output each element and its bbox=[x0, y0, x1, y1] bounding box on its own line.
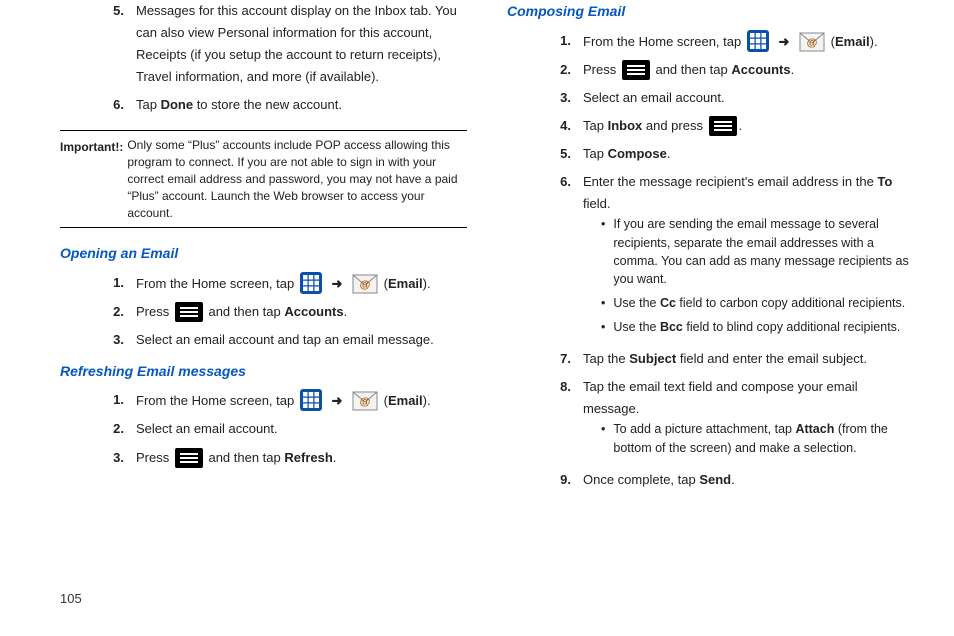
list-item: 1. From the Home screen, tap ➜ (Email). bbox=[545, 30, 914, 53]
list-item: 6. Tap Done to store the new account. bbox=[98, 94, 467, 116]
list-item: 3. Select an email account. bbox=[545, 87, 914, 109]
menu-icon bbox=[622, 60, 650, 80]
menu-icon bbox=[175, 448, 203, 468]
sub-bullet: •To add a picture attachment, tap Attach… bbox=[601, 420, 914, 456]
list-item: 3. Select an email account and tap an em… bbox=[98, 329, 467, 351]
important-note: Important!: Only some “Plus” accounts in… bbox=[60, 130, 467, 228]
list-item: 1. From the Home screen, tap ➜ (Email). bbox=[98, 272, 467, 295]
list-item: 3. Press and then tap Refresh. bbox=[98, 447, 467, 469]
arrow-icon: ➜ bbox=[774, 31, 793, 53]
list-text: Messages for this account display on the… bbox=[136, 0, 467, 88]
apps-grid-icon bbox=[300, 389, 322, 411]
menu-icon bbox=[709, 116, 737, 136]
list-item: 9. Once complete, tap Send. bbox=[545, 469, 914, 491]
list-item: 5. Tap Compose. bbox=[545, 143, 914, 165]
right-column: Composing Email 1. From the Home screen,… bbox=[507, 0, 914, 636]
apps-grid-icon bbox=[300, 272, 322, 294]
menu-icon bbox=[175, 302, 203, 322]
important-label: Important!: bbox=[60, 137, 127, 221]
list-item: 5. Messages for this account display on … bbox=[98, 0, 467, 88]
list-number: 6. bbox=[98, 94, 136, 116]
arrow-icon: ➜ bbox=[327, 273, 346, 295]
list-item: 8. Tap the email text field and compose … bbox=[545, 376, 914, 462]
list-item: 2. Select an email account. bbox=[98, 418, 467, 440]
page-number: 105 bbox=[60, 591, 82, 606]
sub-bullet: •Use the Cc field to carbon copy additio… bbox=[601, 294, 914, 312]
list-number: 5. bbox=[98, 0, 136, 88]
email-icon bbox=[352, 274, 378, 294]
apps-grid-icon bbox=[747, 30, 769, 52]
list-item: 2. Press and then tap Accounts. bbox=[98, 301, 467, 323]
list-item: 6. Enter the message recipient's email a… bbox=[545, 171, 914, 342]
heading-refreshing: Refreshing Email messages bbox=[60, 360, 467, 384]
sub-bullet: •Use the Bcc field to blind copy additio… bbox=[601, 318, 914, 336]
left-column: 5. Messages for this account display on … bbox=[60, 0, 467, 636]
email-icon bbox=[799, 32, 825, 52]
list-item: 7. Tap the Subject field and enter the e… bbox=[545, 348, 914, 370]
important-text: Only some “Plus” accounts include POP ac… bbox=[127, 137, 467, 221]
sub-bullet: •If you are sending the email message to… bbox=[601, 215, 914, 288]
email-icon bbox=[352, 391, 378, 411]
arrow-icon: ➜ bbox=[327, 390, 346, 412]
list-item: 2. Press and then tap Accounts. bbox=[545, 59, 914, 81]
heading-composing: Composing Email bbox=[507, 0, 914, 24]
list-text: Tap Done to store the new account. bbox=[136, 94, 467, 116]
heading-opening-email: Opening an Email bbox=[60, 242, 467, 266]
list-item: 1. From the Home screen, tap ➜ (Email). bbox=[98, 389, 467, 412]
list-item: 4. Tap Inbox and press . bbox=[545, 115, 914, 137]
